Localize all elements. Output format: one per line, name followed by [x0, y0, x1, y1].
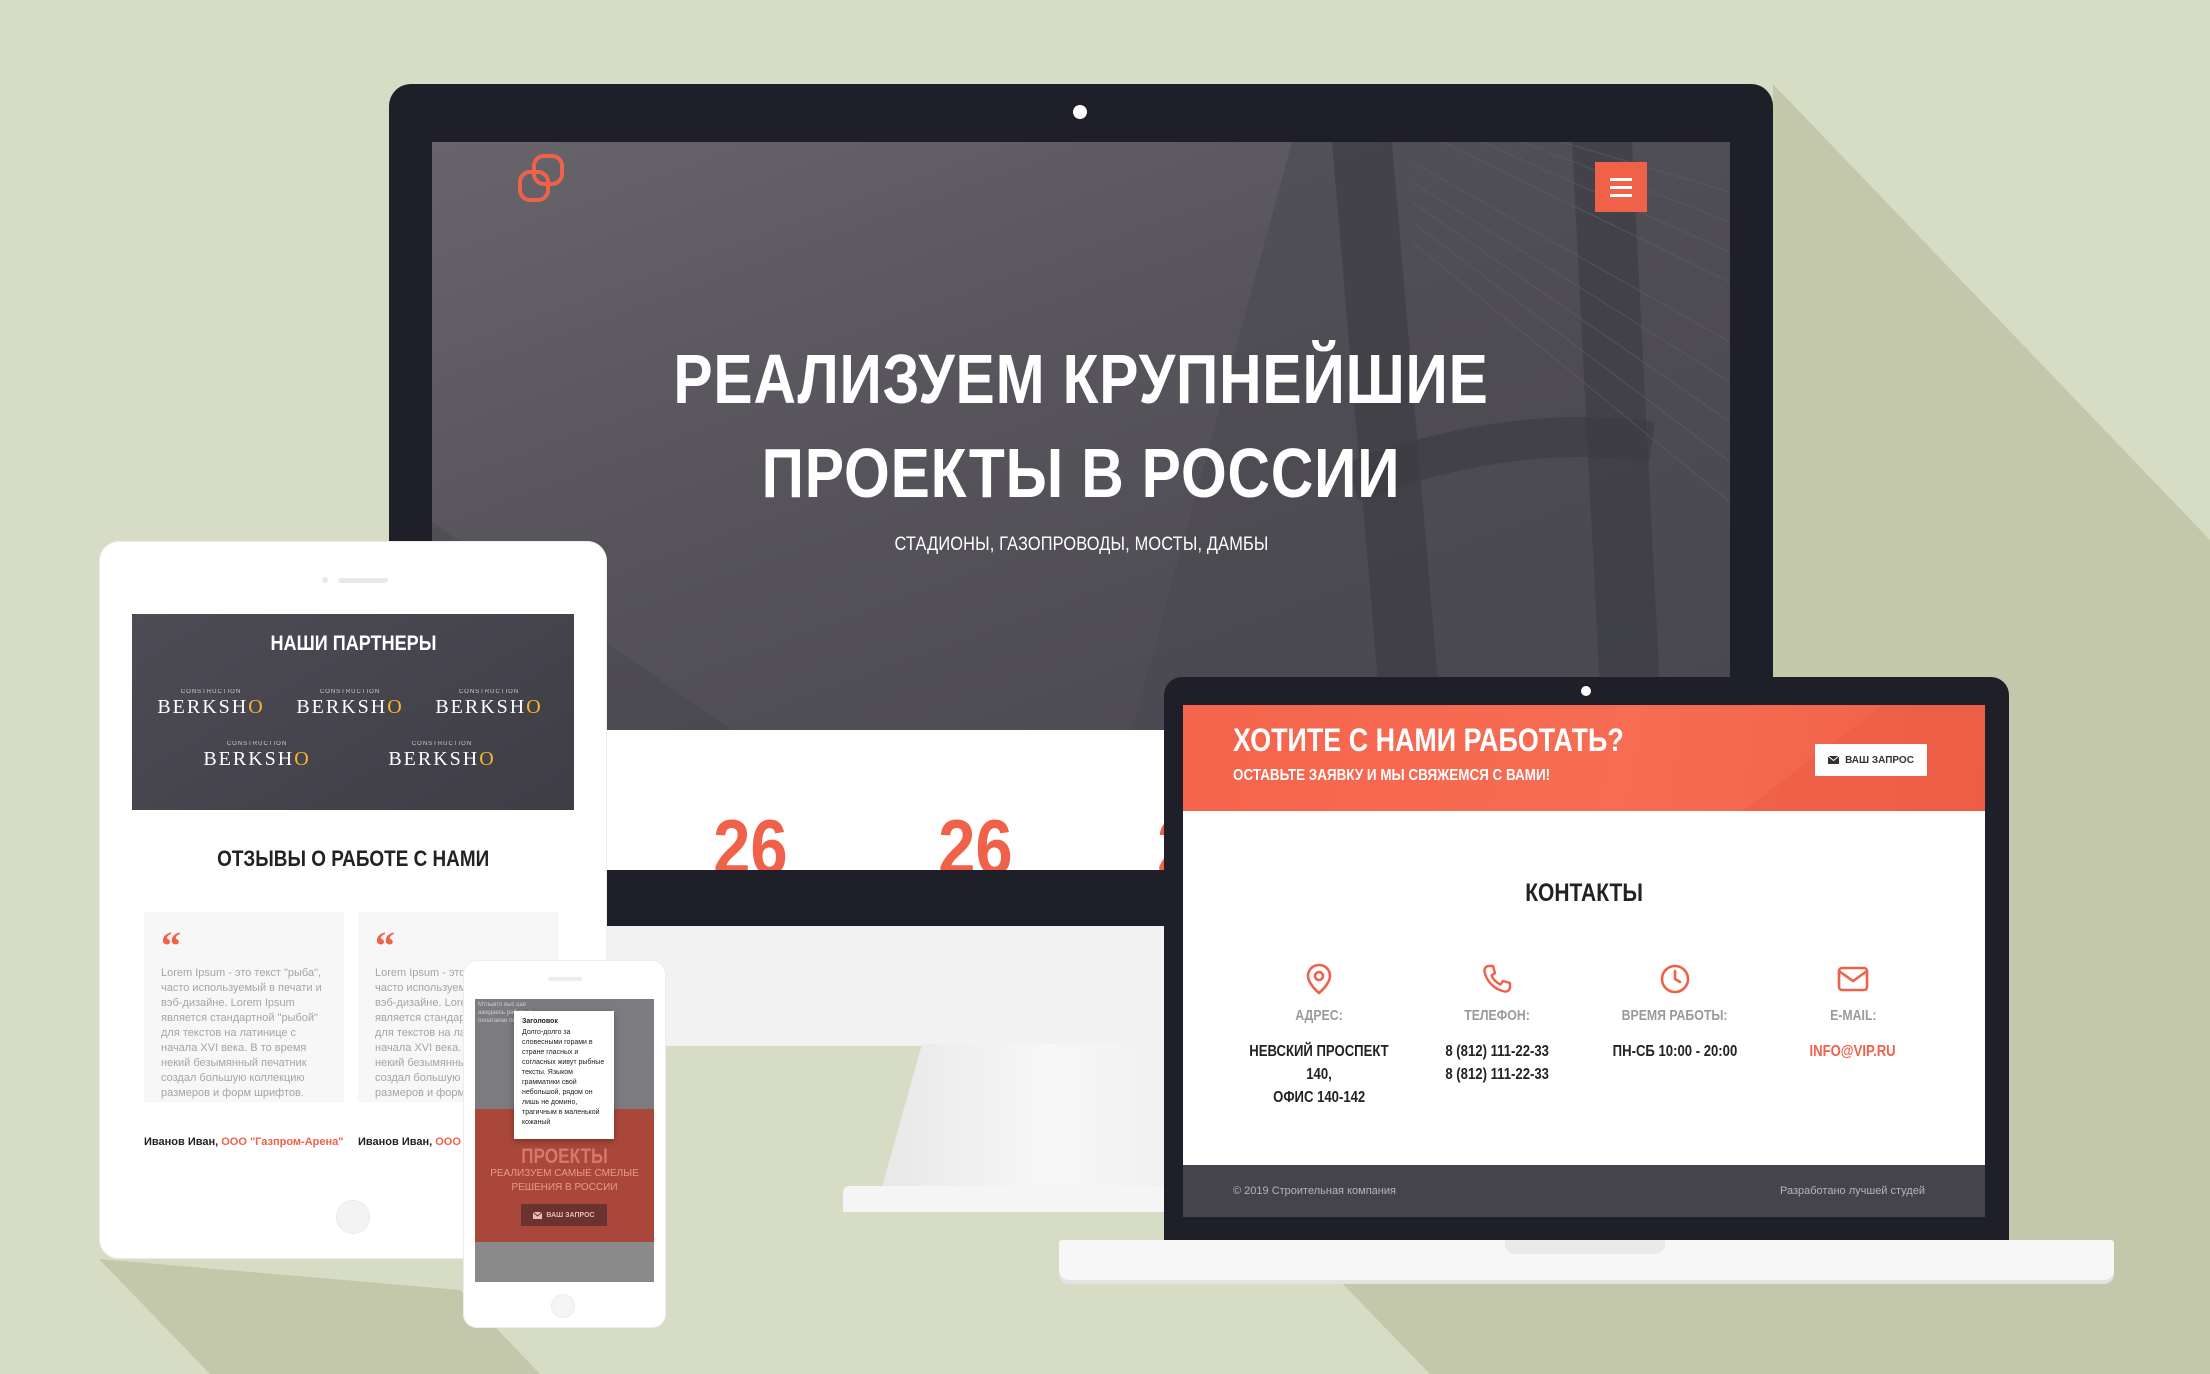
map-pin-icon	[1219, 961, 1419, 997]
contact-value[interactable]: 8 (812) 111-22-33	[1445, 1040, 1549, 1063]
partner-brand-text: BERKSH	[388, 748, 480, 770]
menu-bar-icon	[1610, 177, 1632, 181]
partner-logo-tagline: CONSTRUCTION	[226, 741, 288, 747]
hero-title: РЕАЛИЗУЕМ КРУПНЕЙШИЕ ПРОЕКТЫ В РОССИИ	[432, 332, 1730, 520]
site-footer: © 2019 Строительная компания Разработано…	[1183, 1165, 1985, 1217]
partner-brand-accent: O	[387, 696, 404, 718]
contact-label: ТЕЛЕФОН:	[1464, 1007, 1530, 1024]
laptop-camera	[1581, 686, 1591, 696]
cta-subtitle: ОСТАВЬТЕ ЗАЯВКУ И МЫ СВЯЖЕМСЯ С ВАМИ!	[1233, 767, 1551, 784]
stat-number: 26	[938, 803, 1013, 870]
contact-value[interactable]: 8 (812) 111-22-33	[1445, 1063, 1549, 1086]
partner-logo-name: BERKSHO	[202, 748, 312, 770]
phone-speaker	[548, 977, 582, 981]
phone-request-button-label: ВАШ ЗАПРОС	[546, 1211, 595, 1219]
partner-logo-name: BERKSHO	[295, 696, 405, 718]
hamburger-menu-button[interactable]	[1595, 162, 1647, 212]
partner-brand-text: BERKSH	[203, 748, 295, 770]
review-author-company[interactable]: ООО "Газпром-Арена"	[221, 1136, 343, 1148]
partner-logo[interactable]: CONSTRUCTION BERKSHO	[295, 688, 405, 718]
review-author-name: Иванов Иван,	[144, 1136, 222, 1148]
contact-label: E-MAIL:	[1829, 1007, 1877, 1024]
partner-brand-accent: O	[294, 748, 311, 770]
phone-popup-text: Долго-долго за словесными горами в стран…	[522, 1029, 605, 1126]
reviews-title-text: ОТЗЫВЫ О РАБОТЕ С НАМИ	[216, 846, 490, 871]
contact-value: НЕВСКИЙ ПРОСПЕКТ 140,	[1249, 1043, 1389, 1083]
request-button[interactable]: ВАШ ЗАПРОС	[1815, 744, 1927, 776]
hero-title-line: ПРОЕКТЫ В РОССИИ	[761, 434, 1401, 512]
hero-subtitle: СТАДИОНЫ, ГАЗОПРОВОДЫ, МОСТЫ, ДАМБЫ	[432, 534, 1730, 556]
hero-subtitle-text: СТАДИОНЫ, ГАЗОПРОВОДЫ, МОСТЫ, ДАМБЫ	[893, 534, 1269, 555]
partner-logo-tagline: CONSTRUCTION	[458, 689, 520, 695]
envelope-icon	[533, 1211, 543, 1219]
partners-section: НАШИ ПАРТНЕРЫ CONSTRUCTION BERKSHO CONST…	[132, 614, 574, 810]
partner-logo-tagline: CONSTRUCTION	[411, 741, 473, 747]
menu-bar-icon	[1610, 193, 1632, 197]
phone-cta-title-line: ПРОЕКТЫ	[521, 1145, 608, 1168]
review-text: Lorem Ipsum - это текст "рыба", часто ис…	[161, 967, 322, 1099]
footer-copyright: © 2019 Строительная компания	[1233, 1185, 1396, 1197]
contact-address: АДРЕС: НЕВСКИЙ ПРОСПЕКТ 140, ОФИС 140-14…	[1219, 961, 1419, 1109]
phone-popup-title: Заголовок	[522, 1018, 558, 1025]
partner-brand-accent: O	[526, 696, 543, 718]
stat-number: 26	[713, 803, 788, 870]
phone-screen: Мтпывто выс шаг ажидаесь работы в оиоата…	[475, 999, 654, 1282]
quote-icon: “	[375, 923, 395, 968]
email-link[interactable]: INFO@VIP.RU	[1810, 1040, 1896, 1063]
partner-brand-accent: O	[248, 696, 265, 718]
partner-logo-name: BERKSHO	[434, 696, 544, 718]
envelope-icon	[1828, 756, 1840, 764]
phone-popup-dialog[interactable]: Заголовок Долго-долго за словесными гора…	[514, 1011, 614, 1139]
phone-bottom-area	[475, 1242, 654, 1282]
partner-logo[interactable]: CONSTRUCTION BERKSHO	[202, 740, 312, 770]
brand-logo-icon	[518, 154, 564, 202]
clock-icon	[1575, 961, 1775, 997]
monitor-camera	[1073, 105, 1087, 119]
partner-brand-accent: O	[479, 748, 496, 770]
request-button-label: ВАШ ЗАПРОС	[1845, 754, 1914, 766]
contact-label: АДРЕС:	[1295, 1007, 1343, 1024]
partner-logo-name: BERKSHO	[387, 748, 497, 770]
partner-logo-name: BERKSHO	[156, 696, 266, 718]
tablet-home-button[interactable]	[336, 1200, 370, 1234]
partners-title: НАШИ ПАРТНЕРЫ	[132, 632, 574, 656]
laptop-notch	[1505, 1240, 1665, 1254]
partner-logo[interactable]: CONSTRUCTION BERKSHO	[387, 740, 497, 770]
contact-label: ВРЕМЯ РАБОТЫ:	[1622, 1007, 1728, 1024]
cta-title: ХОТИТЕ С НАМИ РАБОТАТЬ?	[1233, 722, 1624, 758]
phone-request-button[interactable]: ВАШ ЗАПРОС	[521, 1204, 607, 1226]
hero-title-line: РЕАЛИЗУЕМ КРУПНЕЙШИЕ	[673, 340, 1489, 418]
contact-value: ОФИС 140-142	[1272, 1089, 1366, 1106]
partners-title-text: НАШИ ПАРТНЕРЫ	[270, 632, 436, 655]
phone-icon	[1397, 961, 1597, 997]
partner-logo[interactable]: CONSTRUCTION BERKSHO	[156, 688, 266, 718]
phone-home-button[interactable]	[551, 1294, 575, 1318]
contact-value: ПН-СБ 10:00 - 20:00	[1612, 1043, 1738, 1060]
tablet-speaker	[338, 578, 388, 583]
footer-developer-credit[interactable]: Разработано лучшей студей	[1780, 1185, 1925, 1197]
contacts-title-text: КОНТАКТЫ	[1525, 879, 1643, 907]
contact-email: E-MAIL: INFO@VIP.RU	[1753, 961, 1953, 1063]
partner-brand-text: BERKSH	[157, 696, 249, 718]
contacts-title: КОНТАКТЫ	[1183, 879, 1985, 908]
laptop-screen: ХОТИТЕ С НАМИ РАБОТАТЬ? ОСТАВЬТЕ ЗАЯВКУ …	[1183, 705, 1985, 1217]
hero-section: РЕАЛИЗУЕМ КРУПНЕЙШИЕ ПРОЕКТЫ В РОССИИ СТ…	[432, 142, 1730, 730]
phone-cta-subtitle: РЕАЛИЗУЕМ САМЫЕ СМЕЛЫЕ РЕШЕНИЯ В РОССИИ	[490, 1168, 639, 1193]
envelope-icon	[1753, 961, 1953, 997]
tablet-camera	[322, 577, 328, 583]
contact-hours: ВРЕМЯ РАБОТЫ: ПН-СБ 10:00 - 20:00	[1575, 961, 1775, 1063]
partner-logo-tagline: CONSTRUCTION	[180, 689, 242, 695]
partner-logo-tagline: CONSTRUCTION	[319, 689, 381, 695]
review-author: Иванов Иван, ООО "Газпром-Арена"	[144, 1136, 343, 1148]
reviews-title: ОТЗЫВЫ О РАБОТЕ С НАМИ	[132, 846, 574, 872]
quote-icon: “	[161, 923, 181, 968]
partner-brand-text: BERKSH	[296, 696, 388, 718]
menu-bar-icon	[1610, 185, 1632, 189]
partner-brand-text: BERKSH	[435, 696, 527, 718]
review-author-name: Иванов Иван,	[358, 1136, 436, 1148]
contact-phone: ТЕЛЕФОН: 8 (812) 111-22-33 8 (812) 111-2…	[1397, 961, 1597, 1086]
review-card: “ Lorem Ipsum - это текст "рыба", часто …	[144, 912, 344, 1102]
partner-logo[interactable]: CONSTRUCTION BERKSHO	[434, 688, 544, 718]
